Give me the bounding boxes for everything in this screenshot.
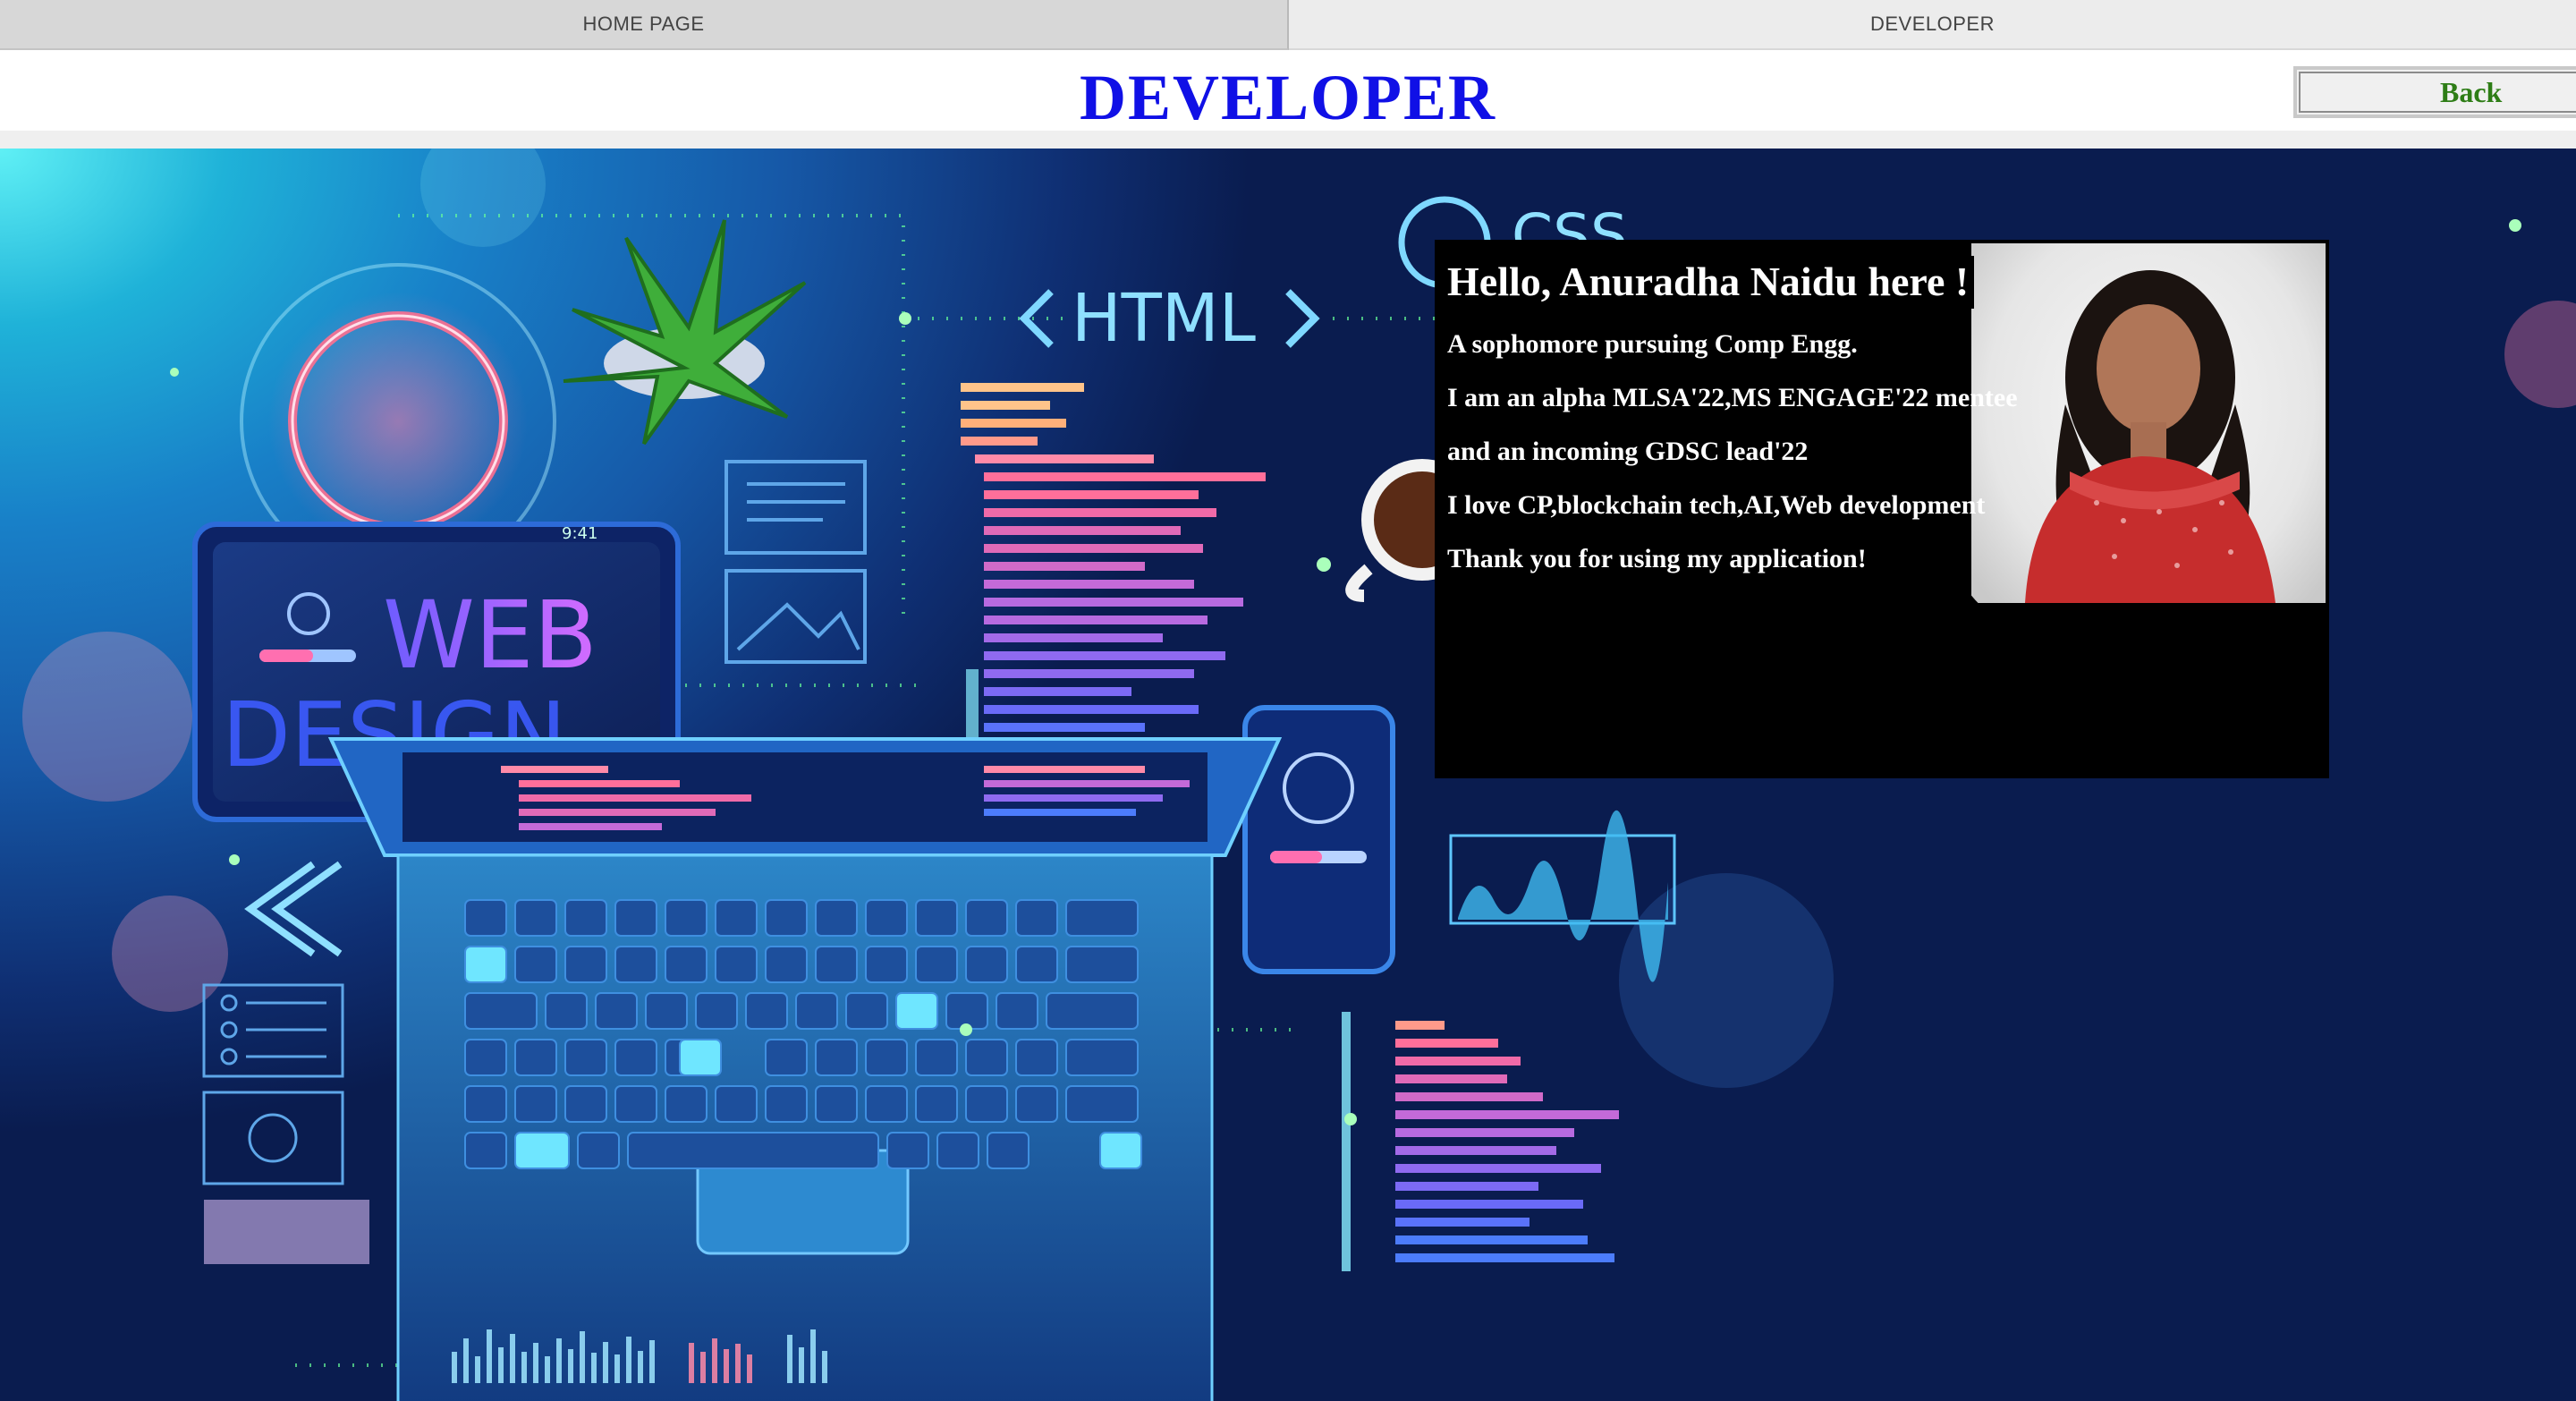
portrait-image — [2025, 270, 2275, 603]
plant-icon — [563, 219, 807, 446]
code-lines-bottom — [1342, 1012, 1619, 1271]
ring-glow — [268, 292, 528, 551]
tablet-clock: 9:41 — [562, 524, 597, 543]
bio-line: I am an alpha MLSA'22,MS ENGAGE'22 mente… — [1447, 383, 2018, 412]
html-label: HTML — [1072, 280, 1256, 357]
card-heading: Hello, Anuradha Naidu here ! — [1444, 256, 1975, 309]
page-title: DEVELOPER — [1079, 62, 1497, 133]
bokeh-circle — [22, 632, 192, 802]
bio-line: I love CP,blockchain tech,AI,Web develop… — [1447, 490, 1986, 520]
bio-line: and an incoming GDSC lead'22 — [1447, 437, 1809, 466]
document-lines — [747, 482, 845, 522]
bokeh-circle — [112, 896, 228, 1012]
bio-line: A sophomore pursuing Comp Engg. — [1447, 329, 1858, 359]
header-divider — [0, 131, 2576, 149]
chart-thumbnail — [204, 1200, 369, 1264]
image-mountain — [736, 602, 860, 651]
tab-bar: HOME PAGE DEVELOPER — [0, 0, 2576, 50]
web-label: WEB — [383, 581, 597, 690]
video-icon — [202, 1091, 344, 1185]
tab-home-page[interactable]: HOME PAGE — [0, 0, 1289, 50]
image-placeholder-icon — [724, 569, 867, 664]
back-button[interactable]: Back — [2293, 66, 2576, 118]
bokeh-circle — [2504, 301, 2576, 408]
play-icon — [248, 1113, 298, 1163]
checklist-items — [220, 994, 326, 1066]
developer-photo — [1971, 243, 2326, 603]
document-icon — [724, 460, 867, 555]
page-header: DEVELOPER Back — [0, 50, 2576, 133]
tab-developer[interactable]: DEVELOPER — [1289, 0, 2576, 50]
bio-line: Thank you for using my application! — [1447, 544, 1867, 573]
developer-info-card: Hello, Anuradha Naidu here ! A sophomore… — [1435, 240, 2329, 778]
card-text-block: Hello, Anuradha Naidu here ! A sophomore… — [1444, 256, 2018, 586]
chevron-left-icon — [244, 861, 343, 957]
bokeh-circle — [420, 149, 546, 247]
